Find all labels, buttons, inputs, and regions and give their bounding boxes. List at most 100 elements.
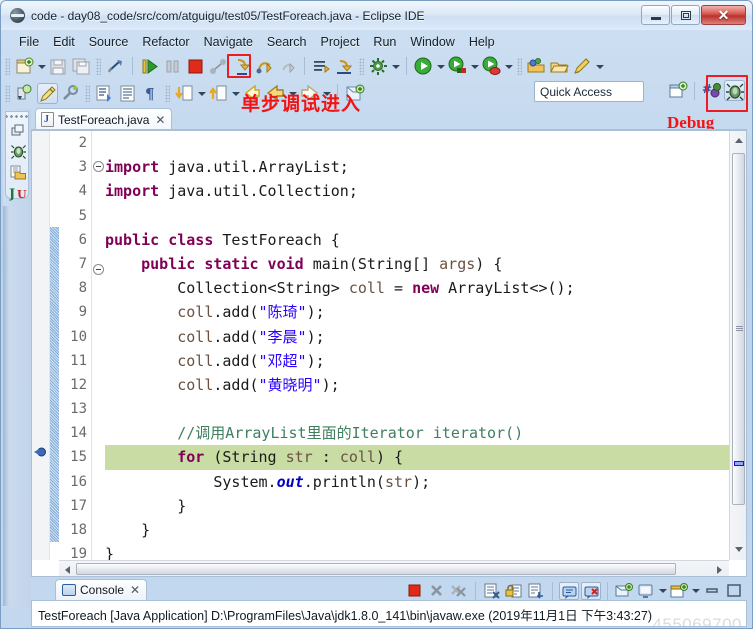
show-console-on-error-icon[interactable] xyxy=(581,581,601,600)
open-perspective-icon[interactable] xyxy=(526,56,547,77)
code-line[interactable] xyxy=(105,397,729,421)
maximize-button[interactable] xyxy=(671,5,700,25)
next-annotation-icon[interactable] xyxy=(94,83,115,104)
annotation-icon[interactable] xyxy=(572,56,593,77)
previous-edit-icon[interactable] xyxy=(208,83,229,104)
minimize-icon[interactable] xyxy=(702,582,722,600)
code-line[interactable]: for (String str : coll) { xyxy=(105,445,729,470)
code-line[interactable]: } xyxy=(105,518,729,542)
scroll-down-button[interactable] xyxy=(731,541,746,557)
close-button[interactable]: ✕ xyxy=(701,5,746,25)
folding-gutter[interactable] xyxy=(92,131,105,560)
toolbar2-grip[interactable] xyxy=(5,84,10,102)
coverage-icon[interactable] xyxy=(481,56,502,77)
toggle-mark-occurrences-icon[interactable] xyxy=(105,56,126,77)
editor-horizontal-scrollbar[interactable] xyxy=(59,560,729,576)
terminate-icon[interactable] xyxy=(405,582,425,600)
vertical-scroll-thumb[interactable] xyxy=(732,153,745,505)
quick-access-input[interactable]: Quick Access xyxy=(534,81,644,102)
display-selected-console-icon[interactable] xyxy=(636,582,656,600)
toolbar-grip-4[interactable] xyxy=(517,57,522,75)
code-line[interactable]: coll.add("李晨"); xyxy=(105,325,729,349)
clear-console-icon[interactable] xyxy=(482,582,502,600)
code-editor[interactable]: 2 3 4 5 6 7 8 9 10 11 12 13 14 15 16 17 18 19 import java… xyxy=(31,130,747,577)
run-icon[interactable] xyxy=(413,56,434,77)
remove-all-terminated-icon[interactable] xyxy=(449,582,469,600)
next-edit-dropdown[interactable] xyxy=(196,83,207,104)
code-line[interactable]: } xyxy=(105,542,729,560)
menu-search[interactable]: Search xyxy=(260,33,314,51)
minimize-button[interactable] xyxy=(641,5,670,25)
debug-run-dropdown[interactable] xyxy=(469,56,480,77)
back-dropdown[interactable] xyxy=(287,83,298,104)
code-line[interactable]: Collection<String> coll = new ArrayList<… xyxy=(105,276,729,300)
breakpoint-arrow-icon[interactable] xyxy=(34,445,48,459)
code-line[interactable]: } xyxy=(105,494,729,518)
code-line[interactable]: System.out.println(str); xyxy=(105,470,729,494)
menu-navigate[interactable]: Navigate xyxy=(197,33,260,51)
editor-vertical-scrollbar[interactable] xyxy=(729,131,746,560)
new-console-view-icon[interactable] xyxy=(669,582,689,600)
search-icon[interactable] xyxy=(60,83,81,104)
code-line[interactable]: coll.add("邓超"); xyxy=(105,349,729,373)
open-type-icon[interactable] xyxy=(14,83,35,104)
fold-cell[interactable] xyxy=(92,161,105,185)
scroll-lock-icon[interactable] xyxy=(504,582,524,600)
step-into-icon[interactable] xyxy=(231,56,252,77)
show-whitespace-icon[interactable] xyxy=(117,83,138,104)
collapse-icon[interactable] xyxy=(93,263,104,275)
resume-icon[interactable] xyxy=(139,56,160,77)
editor-tab-testforeach[interactable]: TestForeach.java ✕ xyxy=(35,108,173,130)
word-wrap-icon[interactable] xyxy=(526,582,546,600)
open-folder-icon[interactable] xyxy=(549,56,570,77)
forward-dropdown[interactable] xyxy=(321,83,332,104)
open-perspective-button-icon[interactable] xyxy=(667,80,688,101)
new-java-project-icon[interactable] xyxy=(344,83,365,104)
show-console-on-output-icon[interactable] xyxy=(559,581,579,600)
menu-refactor[interactable]: Refactor xyxy=(135,33,196,51)
debug-run-icon[interactable] xyxy=(447,56,468,77)
terminate-icon[interactable] xyxy=(185,56,206,77)
code-line[interactable]: public class TestForeach { xyxy=(105,228,729,252)
coverage-dropdown[interactable] xyxy=(503,56,514,77)
menu-run[interactable]: Run xyxy=(366,33,403,51)
collapse-icon[interactable] xyxy=(93,161,104,173)
menu-window[interactable]: Window xyxy=(403,33,461,51)
java-perspective-icon[interactable]: # xyxy=(701,80,722,101)
code-line[interactable]: import java.util.ArrayList; xyxy=(105,155,729,179)
code-line[interactable]: import java.util.Collection; xyxy=(105,179,729,203)
code-line[interactable]: //调用ArrayList里面的Iterator iterator() xyxy=(105,421,729,445)
new-console-dropdown[interactable] xyxy=(690,580,701,601)
debug-perspective-icon[interactable] xyxy=(724,80,745,101)
fold-cell[interactable] xyxy=(92,263,105,288)
drop-to-frame-icon[interactable] xyxy=(311,56,332,77)
menu-help[interactable]: Help xyxy=(462,33,502,51)
toolbar-grip-3[interactable] xyxy=(359,57,364,75)
use-step-filters-icon[interactable] xyxy=(334,56,355,77)
console-tab-close-icon[interactable]: ✕ xyxy=(130,583,140,597)
debug-bug-icon[interactable] xyxy=(6,141,30,162)
run-dropdown[interactable] xyxy=(435,56,446,77)
new-wizard-dropdown[interactable] xyxy=(36,56,47,77)
code-line[interactable]: coll.add("陈琦"); xyxy=(105,300,729,324)
open-console-icon[interactable] xyxy=(614,582,634,600)
scroll-up-button[interactable] xyxy=(731,132,746,148)
display-console-dropdown[interactable] xyxy=(657,580,668,601)
pilcrow-icon[interactable]: ¶ xyxy=(140,83,161,104)
toggle-highlight-icon[interactable] xyxy=(37,82,58,104)
maximize-icon[interactable] xyxy=(724,582,744,600)
menu-edit[interactable]: Edit xyxy=(46,33,82,51)
overview-ruler-marker[interactable] xyxy=(734,461,744,466)
menu-project[interactable]: Project xyxy=(314,33,367,51)
menu-source[interactable]: Source xyxy=(82,33,136,51)
scroll-right-button[interactable] xyxy=(713,562,728,576)
menu-file[interactable]: File xyxy=(12,33,46,51)
code-line[interactable] xyxy=(105,131,729,155)
annotation-dropdown[interactable] xyxy=(594,56,605,77)
toolbar-grip[interactable] xyxy=(5,57,10,75)
horizontal-scroll-thumb[interactable] xyxy=(76,563,676,575)
code-text-area[interactable]: import java.util.ArrayList; import java.u… xyxy=(105,131,729,560)
scroll-left-button[interactable] xyxy=(60,562,75,576)
next-edit-icon[interactable] xyxy=(174,83,195,104)
external-tools-dropdown[interactable] xyxy=(390,56,401,77)
